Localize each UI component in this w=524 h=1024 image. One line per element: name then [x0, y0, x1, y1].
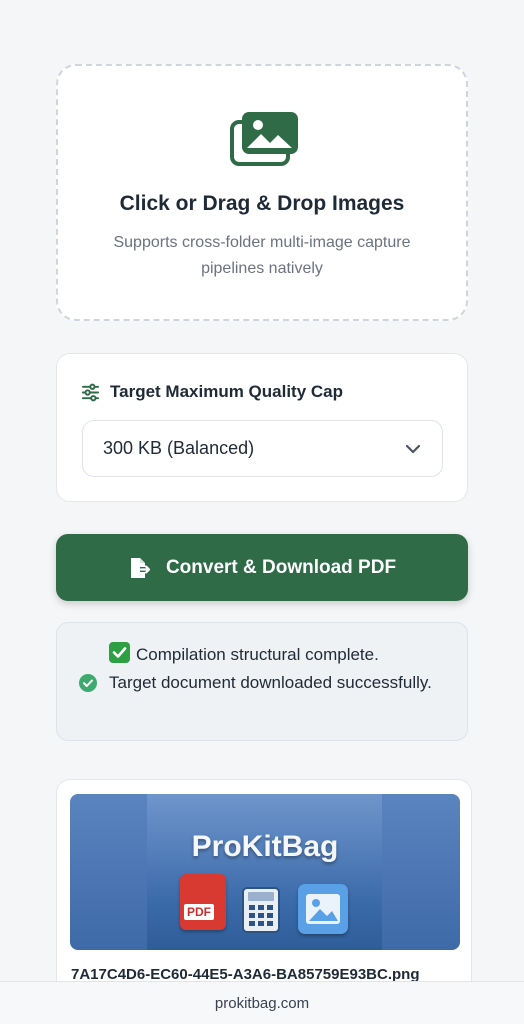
footer-bar: prokitbag.com	[0, 981, 524, 1024]
dropzone-title: Click or Drag & Drop Images	[119, 192, 405, 215]
status-text: Compilation structural complete. Target …	[109, 641, 449, 697]
status-line-2: Target document downloaded successfully.	[109, 673, 432, 692]
quality-label-row: Target Maximum Quality Cap	[81, 382, 343, 402]
check-mark-icon	[109, 642, 130, 663]
calculator-icon	[242, 887, 280, 933]
quality-select[interactable]: 300 KB (Balanced)	[82, 420, 443, 477]
thumbnail-brand-text: ProKitBag	[191, 830, 339, 863]
check-circle-icon	[79, 674, 97, 692]
footer-domain[interactable]: prokitbag.com	[215, 995, 309, 1012]
chevron-down-icon	[405, 444, 421, 453]
quality-select-value: 300 KB (Balanced)	[103, 438, 255, 458]
status-line-1: Compilation structural complete.	[136, 645, 379, 664]
pdf-icon: PDF	[180, 874, 226, 930]
pdf-icon-label: PDF	[184, 904, 214, 920]
convert-button-label: Convert & Download PDF	[165, 556, 397, 578]
quality-label: Target Maximum Quality Cap	[110, 382, 344, 401]
image-icon	[298, 884, 348, 934]
file-export-icon	[130, 557, 151, 578]
image-dropzone[interactable]: Click or Drag & Drop Images Supports cro…	[56, 64, 468, 321]
image-thumbnail: ProKitBag PDF	[70, 794, 460, 950]
images-stack-icon	[230, 112, 298, 166]
convert-download-button[interactable]: Convert & Download PDF	[56, 534, 468, 601]
dropzone-subtitle: Supports cross-folder multi-image captur…	[113, 234, 411, 277]
sliders-icon	[81, 383, 100, 401]
status-message: Compilation structural complete. Target …	[56, 622, 468, 741]
quality-card: Target Maximum Quality Cap 300 KB (Balan…	[56, 353, 468, 502]
